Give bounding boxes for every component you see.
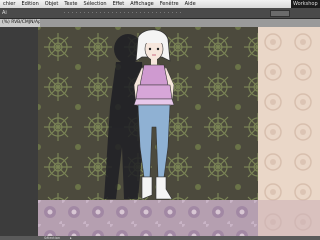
control-swatch[interactable] (270, 10, 290, 17)
menu-affichage[interactable]: Affichage (127, 0, 157, 8)
menu-objet[interactable]: Objet (42, 0, 62, 8)
pattern-swatch-band (38, 200, 258, 236)
status-arrow-icon[interactable]: ▸ (70, 236, 72, 240)
menu-bar: chier Edition Objet Texte Sélection Effe… (0, 0, 320, 8)
menu-selection[interactable]: Sélection (81, 0, 110, 8)
artboard[interactable] (38, 27, 258, 200)
menu-edition[interactable]: Edition (18, 0, 41, 8)
status-tool-label[interactable]: Sélection (44, 236, 60, 240)
document-tab[interactable]: (%) RVB/CMJN/Aperçu (0, 19, 40, 27)
pattern-swatch-panel (258, 27, 320, 236)
status-bar: Sélection ▸ (0, 236, 320, 240)
control-bar: Ai (0, 8, 320, 19)
menu-fenetre[interactable]: Fenêtre (157, 0, 182, 8)
app-logo: Ai (2, 10, 7, 16)
menu-fichier[interactable]: chier (0, 0, 18, 8)
menu-effet[interactable]: Effet (110, 0, 128, 8)
tab-strip (40, 19, 320, 27)
menu-texte[interactable]: Texte (61, 0, 80, 8)
artwork (38, 27, 258, 200)
control-options[interactable] (64, 12, 184, 13)
canvas-pasteboard (0, 27, 38, 236)
menu-aide[interactable]: Aide (182, 0, 199, 8)
